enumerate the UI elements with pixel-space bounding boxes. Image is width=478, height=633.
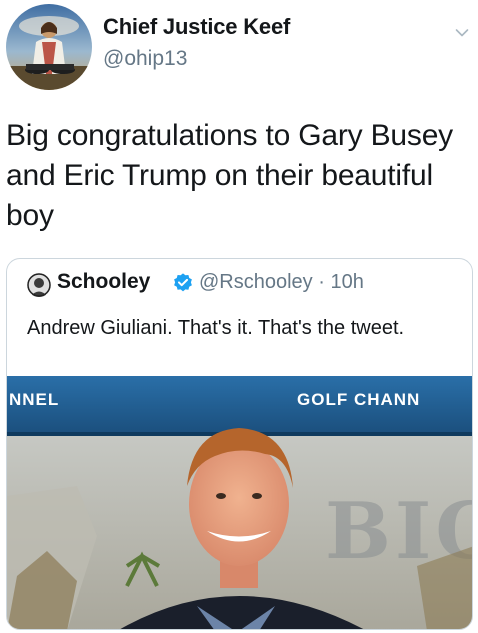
quoted-author-avatar[interactable]: [27, 273, 51, 297]
tweet-text: Big congratulations to Gary Busey and Er…: [6, 119, 453, 232]
verified-badge-icon: [174, 273, 192, 292]
media-sign-right: GOLF CHANN: [297, 390, 420, 409]
author-display-name[interactable]: Chief Justice Keef: [103, 14, 290, 40]
author-avatar[interactable]: [6, 4, 92, 90]
tweet-card: Chief Justice Keef @ohip13 Big congratul…: [0, 0, 478, 633]
quoted-handle-time[interactable]: @Rschooley · 10h: [199, 271, 364, 294]
media-sign-left: NNEL: [9, 390, 59, 409]
quoted-display-name[interactable]: Schooley: [57, 270, 150, 294]
quoted-tweet-text: Andrew Giuliani. That's it. That's the t…: [27, 317, 405, 339]
avatar-image: [6, 4, 92, 90]
chevron-down-icon[interactable]: [455, 26, 469, 40]
quoted-tweet[interactable]: Schooley @Rschooley · 10h Andrew Giulian…: [6, 258, 473, 630]
quoted-avatar-image: [27, 273, 51, 297]
quoted-media-photo[interactable]: NNEL GOLF CHANN BIG: [7, 376, 473, 630]
author-handle[interactable]: @ohip13: [103, 47, 187, 71]
tweet-header: Chief Justice Keef @ohip13: [0, 0, 478, 100]
